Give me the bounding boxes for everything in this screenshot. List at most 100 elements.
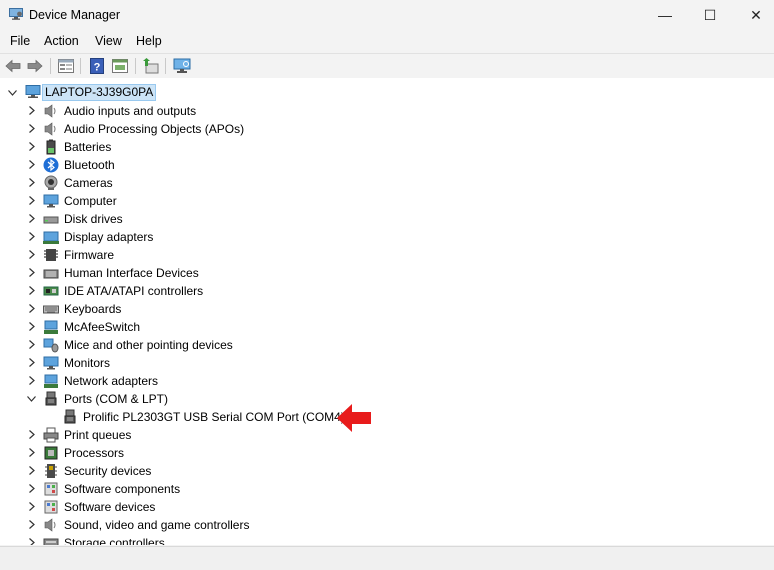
category-label[interactable]: Network adapters (64, 372, 158, 390)
toolbar-separator (50, 58, 51, 74)
category-label[interactable]: Disk drives (64, 210, 123, 228)
forward-icon[interactable] (26, 57, 44, 75)
toolbar-separator (135, 58, 136, 74)
category-label[interactable]: Monitors (64, 354, 110, 372)
chevron-right-icon[interactable] (27, 520, 36, 529)
device-tree[interactable]: LAPTOP-3J39G0PA Audio inputs and outputs… (0, 78, 774, 545)
category-label[interactable]: Keyboards (64, 300, 121, 318)
chevron-right-icon[interactable] (27, 142, 36, 151)
toolbar-separator (80, 58, 81, 74)
chevron-right-icon[interactable] (27, 538, 36, 545)
help-icon[interactable]: ? (88, 57, 106, 75)
category-label[interactable]: Batteries (64, 138, 111, 156)
component-icon (44, 500, 58, 514)
category-label[interactable]: Human Interface Devices (64, 264, 199, 282)
chevron-down-icon[interactable] (27, 394, 36, 403)
device-label[interactable]: Prolific PL2303GT USB Serial COM Port (C… (83, 408, 345, 426)
chevron-right-icon[interactable] (27, 484, 36, 493)
processor-icon (44, 446, 58, 460)
category-label[interactable]: Computer (64, 192, 117, 210)
network-icon (44, 320, 58, 334)
category-label[interactable]: IDE ATA/ATAPI controllers (64, 282, 203, 300)
display-adapter-icon (43, 231, 59, 244)
category-label[interactable]: Ports (COM & LPT) (64, 390, 168, 408)
category-label[interactable]: Audio Processing Objects (APOs) (64, 120, 244, 138)
category-label[interactable]: Audio inputs and outputs (64, 102, 196, 120)
chevron-right-icon[interactable] (27, 322, 36, 331)
menu-action[interactable]: Action (44, 34, 79, 48)
storage-icon (43, 538, 59, 545)
chevron-right-icon[interactable] (27, 214, 36, 223)
category-label[interactable]: Display adapters (64, 228, 153, 246)
port-icon (45, 391, 57, 406)
monitor-icon (43, 194, 59, 208)
speaker-icon (44, 104, 56, 118)
status-bar (0, 546, 774, 570)
chevron-right-icon[interactable] (27, 304, 36, 313)
red-arrow-annotation (337, 404, 371, 432)
category-label[interactable]: Mice and other pointing devices (64, 336, 233, 354)
category-label[interactable]: Sound, video and game controllers (64, 516, 249, 534)
category-label[interactable]: Print queues (64, 426, 131, 444)
printer-icon (43, 427, 59, 443)
chevron-right-icon[interactable] (27, 466, 36, 475)
update-driver-icon[interactable] (142, 57, 160, 75)
device-manager-icon (9, 8, 23, 20)
keyboard-icon (43, 305, 59, 314)
chevron-right-icon[interactable] (27, 250, 36, 259)
category-label[interactable]: Processors (64, 444, 124, 462)
category-label[interactable]: Firmware (64, 246, 114, 264)
battery-icon (46, 139, 56, 155)
chevron-right-icon[interactable] (27, 430, 36, 439)
chevron-right-icon[interactable] (27, 232, 36, 241)
minimize-button[interactable]: — (642, 0, 688, 30)
menu-help[interactable]: Help (136, 34, 162, 48)
camera-icon (44, 175, 58, 190)
root-computer-label[interactable]: LAPTOP-3J39G0PA (42, 84, 157, 101)
category-label[interactable]: Storage controllers (64, 534, 165, 545)
chevron-right-icon[interactable] (27, 124, 36, 133)
menu-file[interactable]: File (10, 34, 30, 48)
chevron-right-icon[interactable] (27, 160, 36, 169)
network-icon (44, 374, 58, 388)
back-icon[interactable] (4, 57, 22, 75)
close-button[interactable]: ✕ (733, 0, 774, 30)
hid-icon (43, 269, 59, 279)
chip-icon (44, 249, 58, 261)
chevron-right-icon[interactable] (27, 106, 36, 115)
category-label[interactable]: McAfeeSwitch (64, 318, 140, 336)
chevron-down-icon[interactable] (8, 88, 17, 97)
maximize-button[interactable]: ☐ (687, 0, 733, 30)
category-label[interactable]: Security devices (64, 462, 151, 480)
speaker-icon (44, 518, 56, 532)
toolbar-separator (165, 58, 166, 74)
chevron-right-icon[interactable] (27, 268, 36, 277)
chevron-right-icon[interactable] (27, 358, 36, 367)
category-label[interactable]: Cameras (64, 174, 113, 192)
chevron-right-icon[interactable] (27, 502, 36, 511)
chevron-right-icon[interactable] (27, 286, 36, 295)
toolbar: ? (0, 53, 774, 79)
title-bar: Device Manager — ☐ ✕ (0, 0, 774, 30)
svg-text:?: ? (94, 62, 101, 74)
bluetooth-icon (43, 157, 59, 173)
chevron-right-icon[interactable] (27, 376, 36, 385)
menu-bar: File Action View Help (0, 30, 774, 52)
speaker-icon (44, 122, 56, 136)
category-label[interactable]: Bluetooth (64, 156, 115, 174)
menu-view[interactable]: View (95, 34, 122, 48)
chevron-right-icon[interactable] (27, 448, 36, 457)
category-label[interactable]: Software devices (64, 498, 155, 516)
port-icon (64, 409, 76, 424)
security-icon (45, 464, 57, 478)
driver-icon[interactable] (111, 57, 129, 75)
controller-icon (43, 286, 59, 296)
mouse-icon (43, 338, 59, 353)
chevron-right-icon[interactable] (27, 196, 36, 205)
category-label[interactable]: Software components (64, 480, 180, 498)
properties-icon[interactable] (57, 57, 75, 75)
chevron-right-icon[interactable] (27, 340, 36, 349)
scan-hardware-icon[interactable] (173, 57, 191, 75)
component-icon (44, 482, 58, 496)
chevron-right-icon[interactable] (27, 178, 36, 187)
